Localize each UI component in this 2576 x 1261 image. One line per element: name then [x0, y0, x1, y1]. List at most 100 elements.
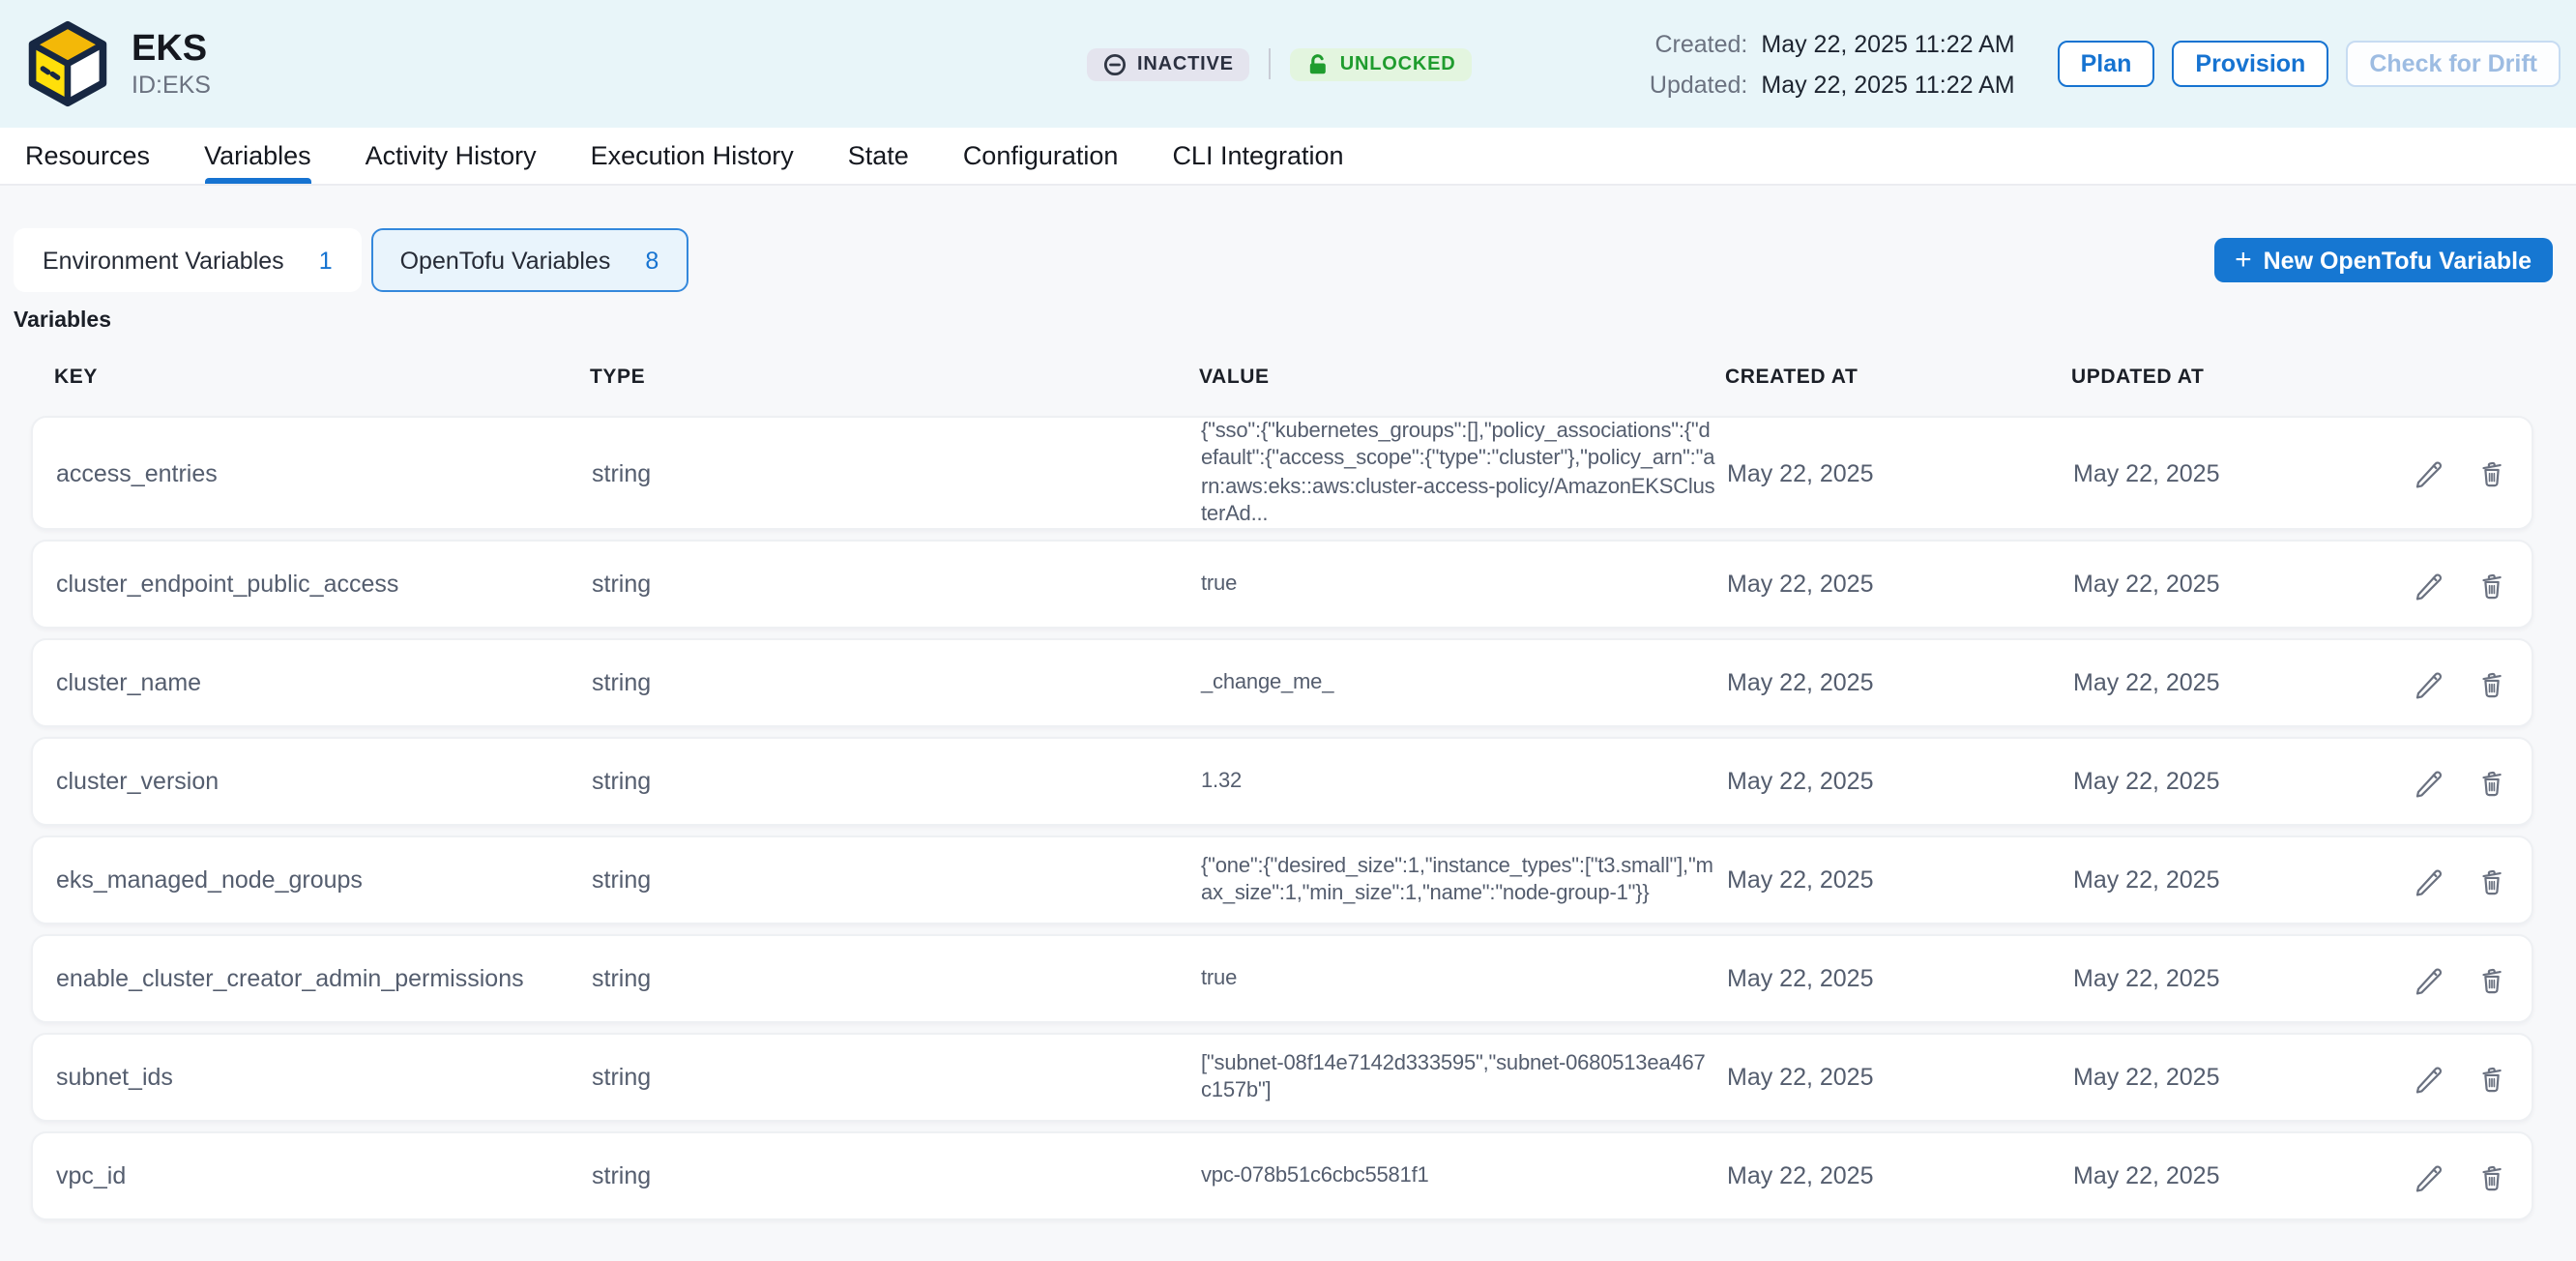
edit-variable-button[interactable] — [2412, 1061, 2444, 1094]
variable-value: true — [1201, 571, 1727, 599]
opentofu-variables-tab[interactable]: OpenTofu Variables 8 — [371, 228, 688, 292]
variable-type: string — [592, 1064, 1201, 1091]
variable-created-at: May 22, 2025 — [1727, 965, 2073, 992]
status-badge: INACTIVE — [1087, 47, 1249, 80]
variable-created-at: May 22, 2025 — [1727, 459, 2073, 486]
variables-section-title: Variables — [14, 309, 2576, 333]
delete-variable-button[interactable] — [2475, 568, 2508, 601]
variable-value: 1.32 — [1201, 768, 1727, 796]
variable-type: string — [592, 768, 1201, 795]
created-value: May 22, 2025 11:22 AM — [1761, 30, 2014, 57]
variable-type: string — [592, 571, 1201, 598]
environment-variables-count: 1 — [319, 247, 333, 274]
edit-variable-button[interactable] — [2412, 456, 2444, 489]
variable-key: cluster_name — [56, 669, 592, 696]
unlock-icon — [1305, 51, 1331, 76]
tab-variables[interactable]: Variables — [204, 128, 311, 184]
workspace-page: EKS ID:EKS INACTIVE UNLOCKED — [0, 0, 2576, 1261]
variable-key: cluster_endpoint_public_access — [56, 571, 592, 598]
variable-row: cluster_endpoint_public_access string tr… — [31, 540, 2533, 629]
page-title: EKS — [132, 28, 211, 71]
trash-icon — [2475, 962, 2508, 995]
pencil-icon — [2412, 1159, 2444, 1192]
column-header-created-at: CREATED AT — [1725, 366, 2071, 389]
plan-button[interactable]: Plan — [2058, 41, 2155, 87]
opentofu-variables-label: OpenTofu Variables — [400, 247, 611, 274]
circle-minus-icon — [1102, 51, 1127, 76]
delete-variable-button[interactable] — [2475, 1061, 2508, 1094]
column-header-key: KEY — [54, 366, 590, 389]
variable-value: ["subnet-08f14e7142d333595","subnet-0680… — [1201, 1050, 1727, 1105]
new-opentofu-variable-button[interactable]: + New OpenTofu Variable — [2213, 238, 2553, 282]
variable-value: vpc-078b51c6cbc5581f1 — [1201, 1162, 1727, 1190]
tab-activity-history[interactable]: Activity History — [366, 128, 537, 184]
status-badges: INACTIVE UNLOCKED — [1087, 47, 1472, 80]
variables-panel: Environment Variables 1 OpenTofu Variabl… — [0, 228, 2576, 1220]
variable-type: string — [592, 866, 1201, 894]
trash-icon — [2475, 666, 2508, 699]
plus-icon: + — [2235, 245, 2252, 274]
variable-updated-at: May 22, 2025 — [2073, 866, 2332, 894]
delete-variable-button[interactable] — [2475, 765, 2508, 798]
created-label: Created: — [1650, 30, 1747, 57]
variable-created-at: May 22, 2025 — [1727, 1162, 2073, 1189]
variable-created-at: May 22, 2025 — [1727, 768, 2073, 795]
delete-variable-button[interactable] — [2475, 456, 2508, 489]
edit-variable-button[interactable] — [2412, 1159, 2444, 1192]
variable-updated-at: May 22, 2025 — [2073, 669, 2332, 696]
delete-variable-button[interactable] — [2475, 864, 2508, 896]
variable-updated-at: May 22, 2025 — [2073, 1162, 2332, 1189]
variable-updated-at: May 22, 2025 — [2073, 571, 2332, 598]
tab-state[interactable]: State — [848, 128, 909, 184]
edit-variable-button[interactable] — [2412, 568, 2444, 601]
edit-variable-button[interactable] — [2412, 962, 2444, 995]
environment-variables-label: Environment Variables — [43, 247, 284, 274]
variable-row: cluster_version string 1.32 May 22, 2025… — [31, 737, 2533, 826]
badge-divider — [1269, 48, 1271, 79]
variable-key: enable_cluster_creator_admin_permissions — [56, 965, 592, 992]
pencil-icon — [2412, 864, 2444, 896]
tab-resources[interactable]: Resources — [25, 128, 150, 184]
column-header-value: VALUE — [1199, 366, 1725, 389]
workspace-brand: EKS ID:EKS — [23, 19, 603, 108]
edit-variable-button[interactable] — [2412, 765, 2444, 798]
variable-key: eks_managed_node_groups — [56, 866, 592, 894]
tab-cli-integration[interactable]: CLI Integration — [1172, 128, 1343, 184]
delete-variable-button[interactable] — [2475, 962, 2508, 995]
edit-variable-button[interactable] — [2412, 864, 2444, 896]
updated-label: Updated: — [1650, 71, 1747, 98]
provision-button[interactable]: Provision — [2172, 41, 2328, 87]
variable-updated-at: May 22, 2025 — [2073, 459, 2332, 486]
variable-type-switcher: Environment Variables 1 OpenTofu Variabl… — [14, 228, 2553, 292]
pencil-icon — [2412, 666, 2444, 699]
workspace-tabs: Resources Variables Activity History Execut… — [0, 128, 2576, 186]
variable-type: string — [592, 1162, 1201, 1189]
pencil-icon — [2412, 456, 2444, 489]
variable-row: subnet_ids string ["subnet-08f14e7142d33… — [31, 1033, 2533, 1122]
trash-icon — [2475, 765, 2508, 798]
new-opentofu-variable-label: New OpenTofu Variable — [2264, 247, 2532, 274]
environment-variables-tab[interactable]: Environment Variables 1 — [14, 228, 362, 292]
workspace-header: EKS ID:EKS INACTIVE UNLOCKED — [0, 0, 2576, 128]
trash-icon — [2475, 864, 2508, 896]
pencil-icon — [2412, 1061, 2444, 1094]
lock-status-badge: UNLOCKED — [1290, 47, 1472, 80]
variable-updated-at: May 22, 2025 — [2073, 965, 2332, 992]
trash-icon — [2475, 568, 2508, 601]
delete-variable-button[interactable] — [2475, 666, 2508, 699]
variable-created-at: May 22, 2025 — [1727, 866, 2073, 894]
tab-execution-history[interactable]: Execution History — [591, 128, 794, 184]
variable-value: {"one":{"desired_size":1,"instance_types… — [1201, 853, 1727, 908]
variable-type: string — [592, 669, 1201, 696]
workspace-meta: Created: May 22, 2025 11:22 AM Updated: … — [1650, 30, 2015, 98]
opentofu-variables-count: 8 — [645, 247, 659, 274]
check-for-drift-button[interactable]: Check for Drift — [2346, 41, 2561, 87]
tab-configuration[interactable]: Configuration — [963, 128, 1119, 184]
pencil-icon — [2412, 962, 2444, 995]
workspace-id: ID:EKS — [132, 71, 211, 100]
trash-icon — [2475, 456, 2508, 489]
delete-variable-button[interactable] — [2475, 1159, 2508, 1192]
edit-variable-button[interactable] — [2412, 666, 2444, 699]
variables-table-body: access_entries string {"sso":{"kubernete… — [31, 416, 2533, 1220]
variable-created-at: May 22, 2025 — [1727, 669, 2073, 696]
